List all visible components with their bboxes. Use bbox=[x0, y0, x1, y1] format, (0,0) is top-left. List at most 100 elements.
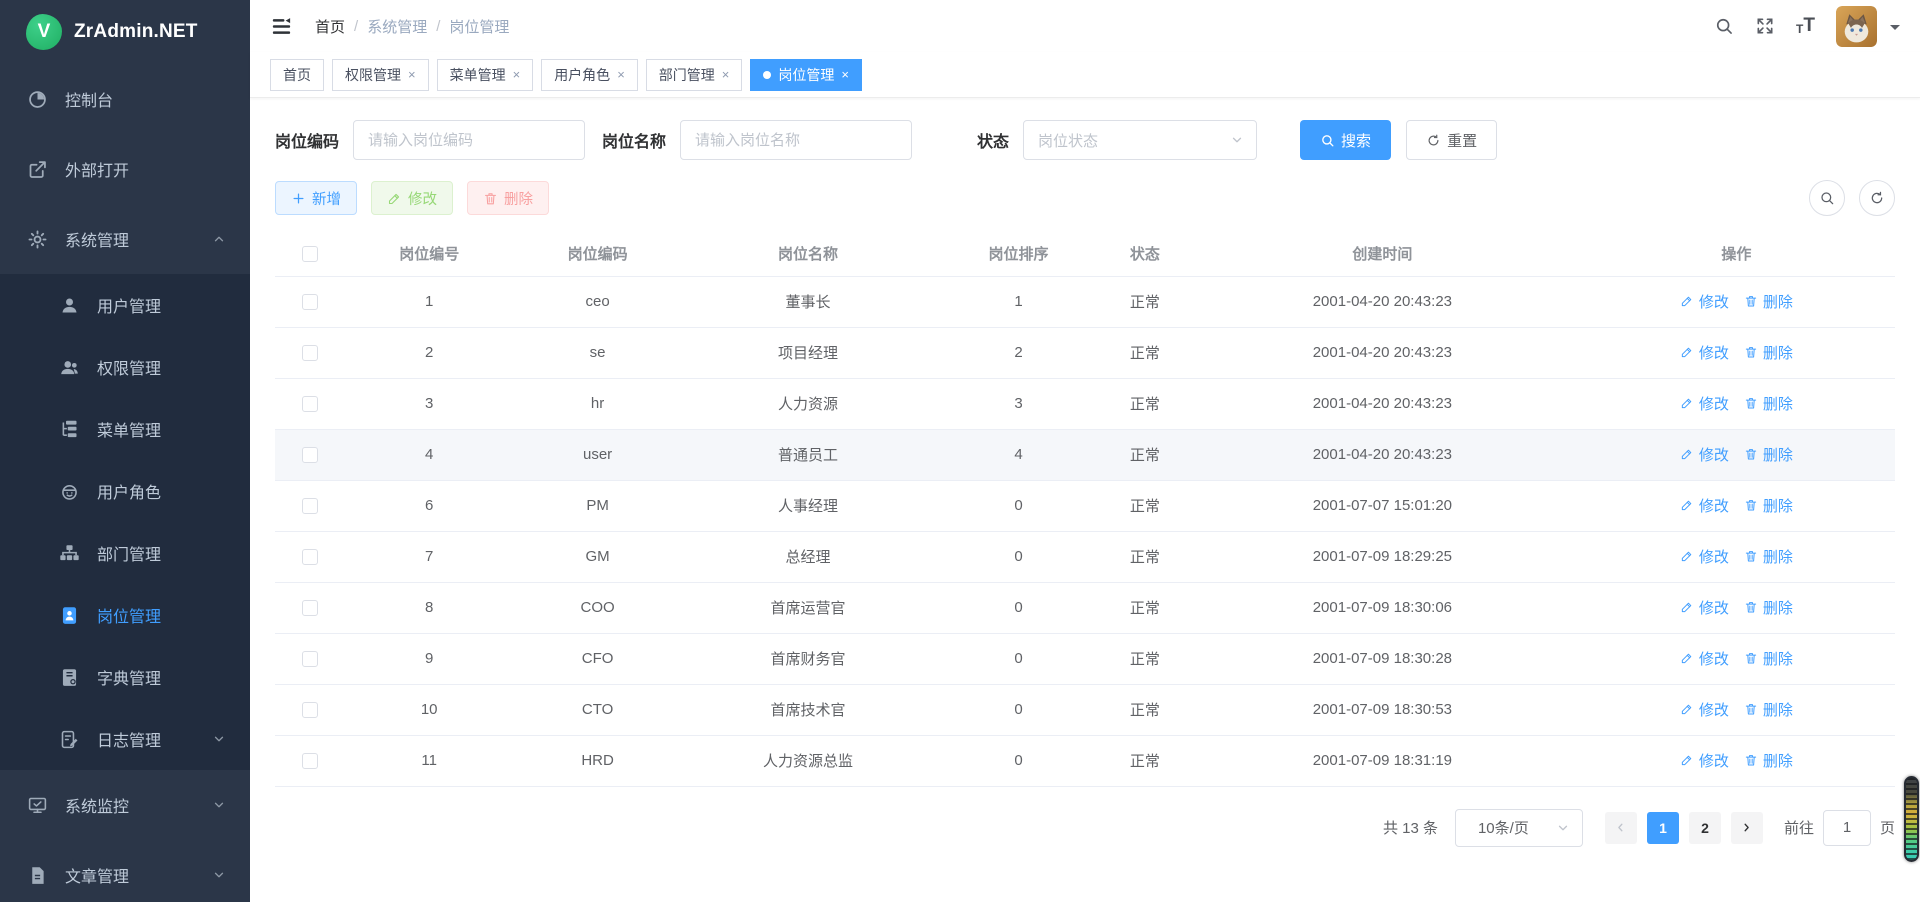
tab-user-roles[interactable]: 用户角色× bbox=[541, 59, 638, 91]
sidebar-item-label: 控制台 bbox=[65, 87, 226, 111]
table-row: 2se项目经理2正常2001-04-20 20:43:23修改删除 bbox=[275, 327, 1895, 378]
sidebar-item-log-management[interactable]: 日志管理 bbox=[0, 708, 250, 770]
row-checkbox[interactable] bbox=[302, 600, 318, 616]
add-button[interactable]: 新增 bbox=[275, 181, 357, 215]
sidebar-item-user-roles[interactable]: 用户角色 bbox=[0, 460, 250, 522]
delete-button[interactable]: 删除 bbox=[467, 181, 549, 215]
row-edit-link[interactable]: 修改 bbox=[1680, 750, 1729, 771]
row-delete-link[interactable]: 删除 bbox=[1744, 750, 1793, 771]
sidebar-collapse-icon[interactable] bbox=[270, 15, 293, 38]
tab-menu-management[interactable]: 菜单管理× bbox=[437, 59, 534, 91]
table-row: 10CTO首席技术官0正常2001-07-09 18:30:53修改删除 bbox=[275, 684, 1895, 735]
tab-close-icon[interactable]: × bbox=[617, 67, 625, 82]
row-checkbox[interactable] bbox=[302, 702, 318, 718]
sidebar-item-dictionary-management[interactable]: 字典管理 bbox=[0, 646, 250, 708]
row-delete-link[interactable]: 删除 bbox=[1744, 393, 1793, 414]
breadcrumb-item[interactable]: 首页 bbox=[315, 16, 345, 37]
sidebar-item-user-management[interactable]: 用户管理 bbox=[0, 274, 250, 336]
avatar[interactable] bbox=[1836, 6, 1877, 47]
prev-page-button[interactable] bbox=[1605, 812, 1637, 844]
sidebar-item-department-management[interactable]: 部门管理 bbox=[0, 522, 250, 584]
search-button[interactable]: 搜索 bbox=[1300, 120, 1391, 160]
page-size-select[interactable]: 10条/页 bbox=[1455, 809, 1583, 847]
row-edit-link[interactable]: 修改 bbox=[1680, 291, 1729, 312]
row-checkbox[interactable] bbox=[302, 294, 318, 310]
tab-active-dot bbox=[763, 71, 771, 79]
row-edit-link[interactable]: 修改 bbox=[1680, 597, 1729, 618]
sidebar-item-external-open[interactable]: 外部打开 bbox=[0, 134, 250, 204]
sidebar-item-article-management[interactable]: 文章管理 bbox=[0, 840, 250, 902]
cell-position-id: 8 bbox=[345, 582, 513, 633]
search-icon[interactable] bbox=[1714, 16, 1734, 36]
cell-status: 正常 bbox=[1103, 684, 1187, 735]
row-edit-link[interactable]: 修改 bbox=[1680, 648, 1729, 669]
row-delete-link[interactable]: 删除 bbox=[1744, 444, 1793, 465]
sidebar-item-system-management[interactable]: 系统管理 bbox=[0, 204, 250, 274]
row-delete-link[interactable]: 删除 bbox=[1744, 342, 1793, 363]
tab-label: 首页 bbox=[283, 65, 311, 85]
tab-close-icon[interactable]: × bbox=[841, 67, 849, 82]
row-delete-link[interactable]: 删除 bbox=[1744, 699, 1793, 720]
cell-position-id: 3 bbox=[345, 378, 513, 429]
fullscreen-icon[interactable] bbox=[1755, 16, 1775, 36]
next-page-button[interactable] bbox=[1731, 812, 1763, 844]
tab-close-icon[interactable]: × bbox=[722, 67, 730, 82]
sidebar-item-console[interactable]: 控制台 bbox=[0, 64, 250, 134]
row-edit-link[interactable]: 修改 bbox=[1680, 495, 1729, 516]
row-delete-link[interactable]: 删除 bbox=[1744, 597, 1793, 618]
row-delete-link[interactable]: 删除 bbox=[1744, 495, 1793, 516]
breadcrumb-item[interactable]: 系统管理 bbox=[367, 16, 427, 37]
avatar-dropdown-caret[interactable] bbox=[1890, 25, 1900, 35]
row-edit-label: 修改 bbox=[1699, 597, 1729, 618]
select-placeholder: 岗位状态 bbox=[1038, 130, 1098, 151]
status-select[interactable]: 岗位状态 bbox=[1023, 120, 1257, 160]
row-delete-link[interactable]: 删除 bbox=[1744, 546, 1793, 567]
row-edit-label: 修改 bbox=[1699, 750, 1729, 771]
tab-close-icon[interactable]: × bbox=[408, 67, 416, 82]
row-checkbox[interactable] bbox=[302, 753, 318, 769]
sidebar-item-menu-management[interactable]: 菜单管理 bbox=[0, 398, 250, 460]
row-checkbox[interactable] bbox=[302, 447, 318, 463]
refresh-icon[interactable] bbox=[1859, 180, 1895, 216]
edit-button[interactable]: 修改 bbox=[371, 181, 453, 215]
page-button-2[interactable]: 2 bbox=[1689, 812, 1721, 844]
tab-label: 部门管理 bbox=[659, 65, 715, 85]
row-edit-link[interactable]: 修改 bbox=[1680, 393, 1729, 414]
sidebar-item-position-management[interactable]: 岗位管理 bbox=[0, 584, 250, 646]
tabbar: 首页权限管理×菜单管理×用户角色×部门管理×岗位管理× bbox=[250, 52, 1920, 98]
page-button-1[interactable]: 1 bbox=[1647, 812, 1679, 844]
tab-permission-management[interactable]: 权限管理× bbox=[332, 59, 429, 91]
row-delete-link[interactable]: 删除 bbox=[1744, 291, 1793, 312]
goto-page-input[interactable] bbox=[1823, 810, 1871, 846]
row-edit-link[interactable]: 修改 bbox=[1680, 546, 1729, 567]
search-field-status: 状态岗位状态 bbox=[977, 120, 1257, 160]
row-edit-link[interactable]: 修改 bbox=[1680, 444, 1729, 465]
font-size-icon[interactable]: TT bbox=[1796, 18, 1815, 34]
toggle-search-icon[interactable] bbox=[1809, 180, 1845, 216]
cell-position-id: 4 bbox=[345, 429, 513, 480]
app-logo[interactable]: V ZrAdmin.NET bbox=[0, 0, 250, 64]
cell-position-code: hr bbox=[513, 378, 681, 429]
search-input-position-code[interactable] bbox=[353, 120, 585, 160]
cell-operations: 修改删除 bbox=[1578, 429, 1895, 480]
row-checkbox[interactable] bbox=[302, 396, 318, 412]
reset-button[interactable]: 重置 bbox=[1406, 120, 1497, 160]
row-checkbox[interactable] bbox=[302, 345, 318, 361]
scrollbar-indicator[interactable] bbox=[1904, 776, 1919, 862]
search-input-position-name[interactable] bbox=[680, 120, 912, 160]
table-row: 8COO首席运营官0正常2001-07-09 18:30:06修改删除 bbox=[275, 582, 1895, 633]
row-edit-link[interactable]: 修改 bbox=[1680, 342, 1729, 363]
row-checkbox[interactable] bbox=[302, 549, 318, 565]
search-field-label: 岗位名称 bbox=[602, 128, 666, 152]
sidebar-item-permission-management[interactable]: 权限管理 bbox=[0, 336, 250, 398]
tab-department-management[interactable]: 部门管理 × bbox=[646, 59, 743, 91]
header-checkbox[interactable] bbox=[302, 246, 318, 262]
row-checkbox[interactable] bbox=[302, 651, 318, 667]
tab-home[interactable]: 首页 bbox=[270, 59, 324, 91]
row-delete-link[interactable]: 删除 bbox=[1744, 648, 1793, 669]
tab-position-management[interactable]: 岗位管理× bbox=[750, 59, 862, 91]
row-edit-link[interactable]: 修改 bbox=[1680, 699, 1729, 720]
row-checkbox[interactable] bbox=[302, 498, 318, 514]
tab-close-icon[interactable]: × bbox=[513, 67, 521, 82]
sidebar-item-system-monitoring[interactable]: 系统监控 bbox=[0, 770, 250, 840]
